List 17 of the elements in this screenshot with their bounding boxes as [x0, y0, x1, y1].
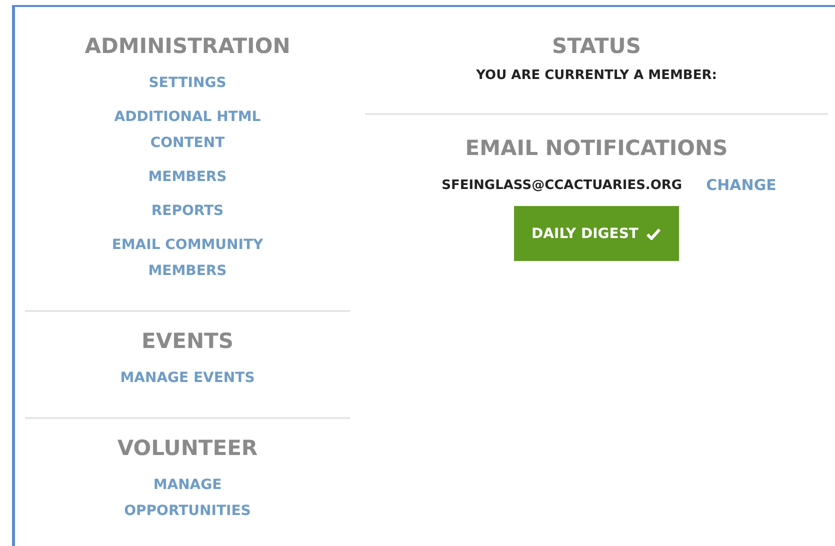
nav-link[interactable]: REPORTS	[92, 198, 282, 224]
nav-link[interactable]: MANAGE OPPORTUNITIES	[92, 472, 282, 524]
section-heading: VOLUNTEER	[117, 436, 258, 460]
checkmark-icon	[646, 228, 662, 240]
nav-link[interactable]: SETTINGS	[92, 70, 282, 96]
nav-link[interactable]: MANAGE EVENTS	[92, 365, 282, 391]
membership-status: YOU ARE CURRENTLY A MEMBER:	[476, 68, 717, 83]
change-link[interactable]: CHANGE	[706, 176, 776, 194]
section-heading: STATUS	[552, 34, 641, 58]
section-heading: ADMINISTRATION	[84, 34, 290, 58]
daily-digest-button[interactable]: DAILY DIGEST	[514, 206, 680, 261]
nav-link[interactable]: ADDITIONAL HTML CONTENT	[92, 104, 282, 156]
nav-link[interactable]: MEMBERS	[92, 164, 282, 190]
section-heading: EMAIL NOTIFICATIONS	[465, 136, 728, 160]
section-heading: EVENTS	[142, 329, 234, 353]
nav-link[interactable]: EMAIL COMMUNITY MEMBERS	[92, 232, 282, 284]
email-address: SFEINGLASS@CCACTUARIES.ORG	[442, 178, 682, 192]
